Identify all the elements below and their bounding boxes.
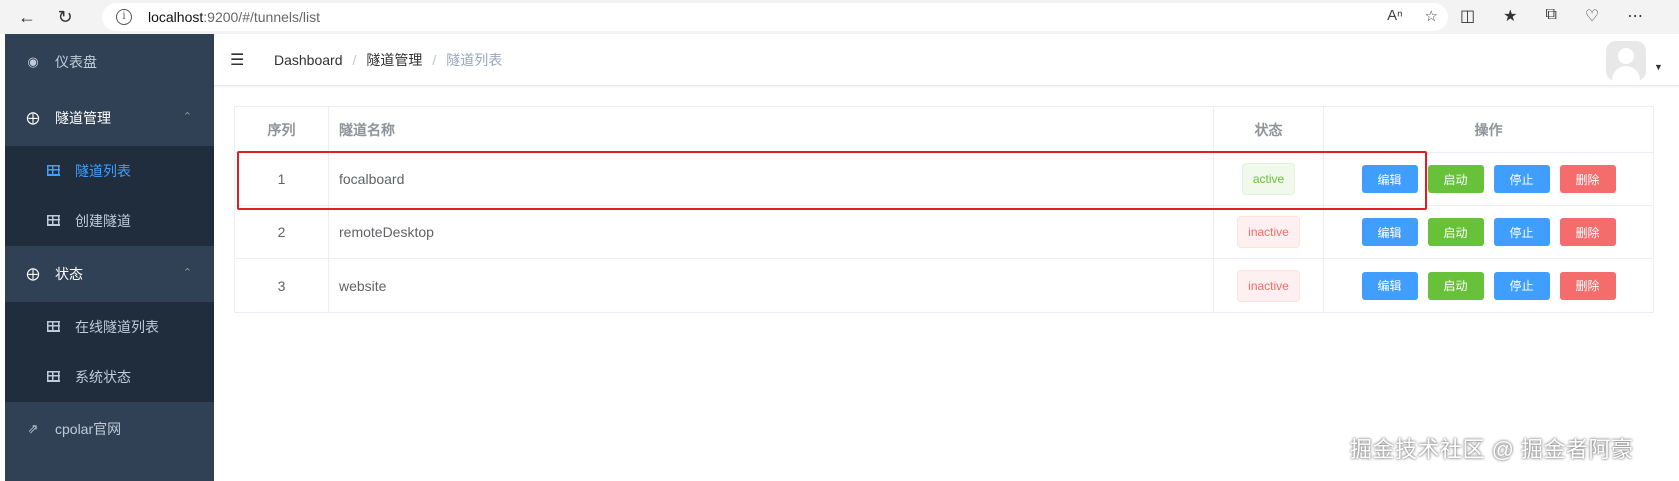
start-button[interactable]: 启动	[1427, 165, 1484, 193]
address-path: :9200/#/tunnels/list	[203, 9, 321, 25]
header-status: 状态	[1214, 107, 1324, 152]
tunnel-table: 序列 隧道名称 状态 操作 1 focalboard active 编辑 启动 …	[234, 106, 1654, 313]
sidebar-item-label: 状态	[55, 266, 83, 282]
header-index: 序列	[235, 107, 329, 152]
sidebar-item-online-tunnels[interactable]: 在线隧道列表	[5, 302, 214, 352]
sidebar-item-label: 系统状态	[75, 369, 131, 385]
sidebar-group-status[interactable]: ⨁ 状态 ⌃	[5, 246, 214, 302]
site-info-icon[interactable]: i	[116, 9, 132, 25]
sidebar-item-label: 仪表盘	[55, 54, 97, 70]
split-screen-icon[interactable]: ◫	[1460, 6, 1475, 26]
submenu-status: 在线隧道列表 系统状态	[5, 302, 214, 402]
breadcrumb-tunnel-manage[interactable]: 隧道管理	[366, 50, 422, 70]
status-icon: ⨁	[26, 266, 40, 281]
stop-button[interactable]: 停止	[1493, 218, 1550, 246]
table-header: 序列 隧道名称 状态 操作	[235, 107, 1653, 153]
row-index: 2	[235, 206, 329, 258]
submenu-tunnel-manage: 隧道列表 创建隧道	[5, 146, 214, 246]
sidebar: ◉ 仪表盘 ⨁ 隧道管理 ⌃ 隧道列表 创建隧道 ⨁ 状态 ⌃ 在线隧道列表 系…	[5, 34, 214, 481]
edit-button[interactable]: 编辑	[1361, 165, 1418, 193]
delete-button[interactable]: 删除	[1559, 165, 1616, 193]
sidebar-item-label: 隧道管理	[55, 110, 111, 126]
breadcrumb-dashboard[interactable]: Dashboard	[274, 52, 343, 68]
table-row: 3 website inactive 编辑 启动 停止 删除	[235, 259, 1653, 312]
tunnel-manage-icon: ⨁	[26, 110, 40, 125]
chevron-up-icon: ⌃	[182, 111, 192, 123]
sidebar-item-label: 隧道列表	[75, 163, 131, 179]
edit-button[interactable]: 编辑	[1361, 218, 1418, 246]
more-menu-icon[interactable]: ⋯	[1627, 6, 1643, 26]
stop-button[interactable]: 停止	[1493, 165, 1550, 193]
chevron-up-icon: ⌃	[182, 267, 192, 279]
table-row: 2 remoteDesktop inactive 编辑 启动 停止 删除	[235, 206, 1653, 259]
table-icon	[45, 370, 61, 385]
sidebar-item-create-tunnel[interactable]: 创建隧道	[5, 196, 214, 246]
row-name: focalboard	[329, 153, 1214, 205]
caret-down-icon[interactable]: ▼	[1654, 62, 1663, 72]
status-badge: inactive	[1237, 216, 1300, 248]
browser-essentials-icon[interactable]: ♡	[1585, 6, 1599, 26]
delete-button[interactable]: 删除	[1559, 218, 1616, 246]
table-icon	[45, 214, 61, 229]
external-link-icon: ⇗	[27, 421, 39, 436]
status-badge: inactive	[1237, 269, 1300, 302]
stop-button[interactable]: 停止	[1493, 271, 1550, 300]
refresh-icon[interactable]: ↻	[48, 0, 82, 34]
status-badge: active	[1241, 163, 1296, 195]
sidebar-item-cpolar-site[interactable]: ⇗ cpolar官网	[5, 402, 214, 456]
read-aloud-icon[interactable]: Aⁿ	[1387, 7, 1402, 25]
row-name: remoteDesktop	[329, 206, 1214, 258]
favorites-icon[interactable]: ★	[1503, 6, 1517, 26]
address-host: localhost	[148, 9, 204, 25]
hamburger-icon[interactable]: ☰	[230, 50, 248, 70]
row-name: website	[329, 259, 1214, 312]
address-bar[interactable]: i localhost:9200/#/tunnels/list Aⁿ ☆	[102, 3, 1448, 31]
delete-button[interactable]: 删除	[1559, 271, 1616, 300]
browser-toolbar: ← ↻ i localhost:9200/#/tunnels/list Aⁿ ☆…	[0, 0, 1679, 34]
collections-icon[interactable]: ⧉	[1545, 6, 1556, 26]
sidebar-item-system-status[interactable]: 系统状态	[5, 352, 214, 402]
sidebar-group-tunnel-manage[interactable]: ⨁ 隧道管理 ⌃	[5, 90, 214, 146]
table-icon	[45, 164, 61, 179]
start-button[interactable]: 启动	[1427, 218, 1484, 246]
breadcrumb: Dashboard / 隧道管理 / 隧道列表	[274, 50, 503, 70]
table-row: 1 focalboard active 编辑 启动 停止 删除	[235, 153, 1653, 206]
sidebar-item-dashboard[interactable]: ◉ 仪表盘	[5, 34, 214, 90]
top-navbar: ☰ Dashboard / 隧道管理 / 隧道列表 ▼	[214, 34, 1679, 86]
sidebar-item-tunnel-list[interactable]: 隧道列表	[5, 146, 214, 196]
main-content: ☰ Dashboard / 隧道管理 / 隧道列表 ▼ 序列 隧道名称 状态 操…	[214, 34, 1679, 481]
header-actions: 操作	[1474, 121, 1503, 138]
header-name: 隧道名称	[329, 107, 1214, 152]
back-icon[interactable]: ←	[10, 0, 44, 34]
table-icon	[45, 320, 61, 335]
favorite-star-icon[interactable]: ☆	[1425, 7, 1438, 25]
sidebar-item-label: 在线隧道列表	[75, 319, 159, 335]
avatar[interactable]	[1606, 41, 1646, 81]
sidebar-item-label: 创建隧道	[75, 213, 131, 229]
sidebar-item-label: cpolar官网	[55, 421, 122, 437]
breadcrumb-tunnel-list: 隧道列表	[446, 51, 503, 68]
row-index: 1	[235, 153, 329, 205]
row-index: 3	[235, 259, 329, 312]
dashboard-icon: ◉	[27, 54, 39, 69]
edit-button[interactable]: 编辑	[1361, 271, 1418, 300]
start-button[interactable]: 启动	[1427, 271, 1484, 300]
watermark: 掘金技术社区 @ 掘金者阿豪	[1350, 437, 1634, 462]
